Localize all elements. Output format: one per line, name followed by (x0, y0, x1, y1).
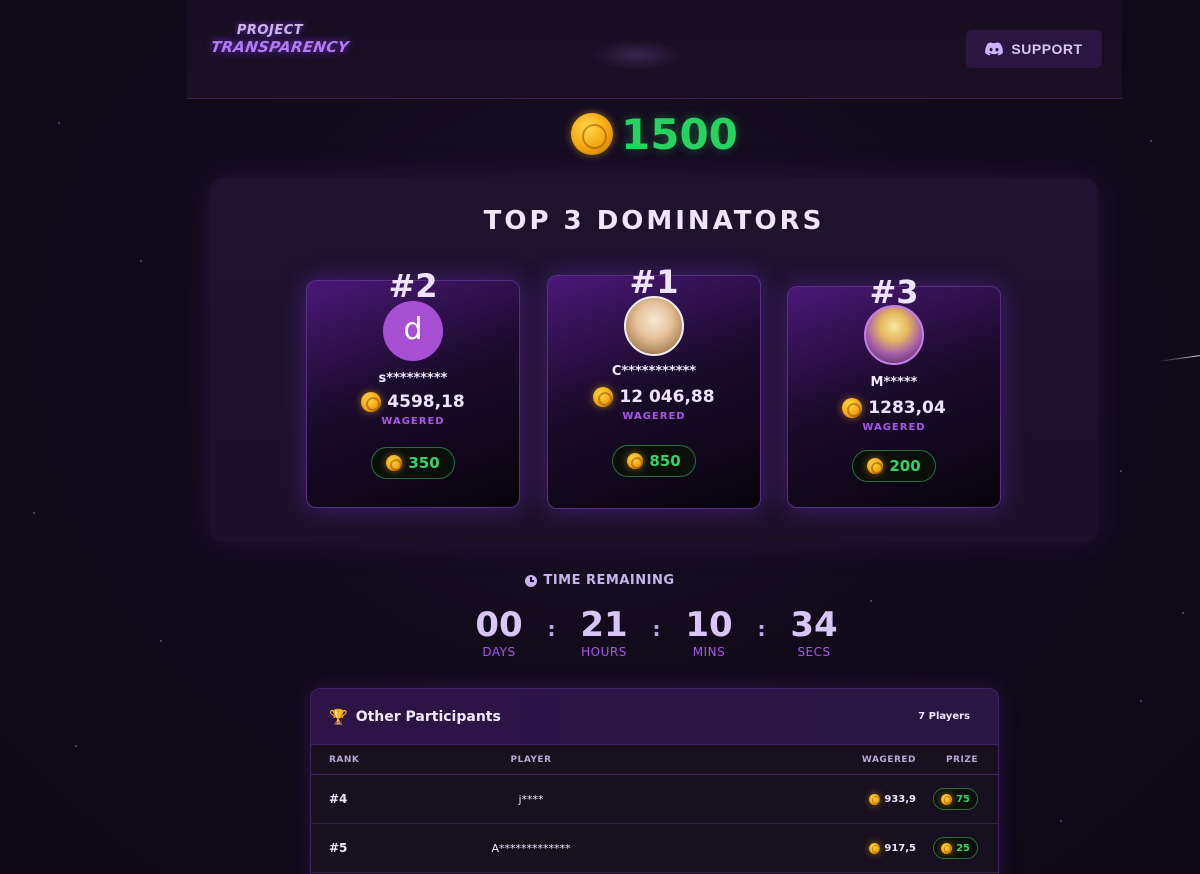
avatar (864, 305, 924, 365)
coin-icon (571, 113, 613, 155)
secs-value: 34 (790, 605, 838, 645)
prize-badge: 850 (612, 445, 696, 477)
countdown-days: 00 DAYS (470, 605, 528, 659)
wagered-value: 12 046,88 (619, 387, 715, 407)
coin-icon (869, 793, 881, 805)
table-title-text: Other Participants (355, 708, 501, 725)
secs-label: SECS (797, 645, 831, 659)
prize-value: 850 (649, 452, 681, 470)
participants-table: 🏆 Other Participants 7 Players RANK PLAY… (310, 688, 999, 874)
row-prize: 75 (916, 788, 998, 810)
time-remaining-text: TIME REMAINING (543, 573, 675, 588)
player-name: C*********** (611, 364, 697, 379)
coin-icon (386, 455, 403, 471)
clock-icon (525, 574, 538, 587)
avatar: d (383, 301, 443, 361)
column-wagered: WAGERED (861, 754, 916, 765)
support-button[interactable]: SUPPORT (966, 30, 1102, 68)
wagered-label: WAGERED (622, 411, 686, 422)
wagered-amount: 12 046,88 (548, 387, 760, 407)
logo-line-1: PROJECT (236, 23, 304, 38)
avatar (624, 296, 684, 356)
prize-pool: 1500 (571, 108, 738, 160)
row-wagered-value: 933,9 (884, 793, 916, 805)
trophy-icon: 🏆 (329, 707, 348, 726)
row-prize-value: 25 (956, 842, 970, 854)
prize-badge: 25 (933, 837, 978, 859)
wagered-label: WAGERED (381, 416, 445, 427)
countdown: 00 DAYS : 21 HOURS : 10 MINS : 34 SECS (470, 605, 843, 659)
site-logo[interactable]: PROJECT TRANSPARENCY (209, 23, 351, 74)
coin-icon (869, 842, 881, 854)
table-column-headers: RANK PLAYER WAGERED PRIZE (311, 745, 998, 775)
logo-line-2: TRANSPARENCY (209, 38, 351, 56)
table-row: #5 A************* 917,5 25 (311, 824, 998, 873)
hours-label: HOURS (581, 645, 627, 659)
column-rank: RANK (329, 754, 360, 765)
coin-icon (867, 458, 884, 474)
coin-icon (941, 842, 953, 854)
top3-panel: TOP 3 DOMINATORS #2 d s********* 4598,18… (210, 178, 1098, 542)
row-wagered: 917,5 (631, 842, 916, 854)
prize-pool-amount: 1500 (621, 109, 738, 159)
mins-label: MINS (692, 645, 726, 659)
days-label: DAYS (482, 645, 516, 659)
rank-label: #2 (388, 267, 438, 305)
player-count: 7 Players (918, 711, 970, 722)
shooting-star (1158, 355, 1200, 362)
coin-icon (593, 387, 614, 407)
mins-value: 10 (685, 605, 733, 645)
row-wagered: 933,9 (631, 793, 916, 805)
wagered-value: 4598,18 (387, 392, 465, 412)
podium-card-2: #2 d s********* 4598,18 WAGERED 350 (306, 267, 520, 508)
prize-value: 200 (889, 457, 921, 475)
column-player: PLAYER (510, 754, 552, 765)
coin-icon (627, 453, 644, 469)
countdown-mins: 10 MINS (680, 605, 738, 659)
table-header-bar: 🏆 Other Participants 7 Players (311, 689, 998, 745)
separator: : (757, 617, 766, 641)
hours-value: 21 (580, 605, 628, 645)
coin-icon (842, 398, 863, 418)
top-header: PROJECT TRANSPARENCY SUPPORT (187, 0, 1122, 99)
row-player: j**** (518, 792, 544, 806)
prize-badge: 75 (933, 788, 978, 810)
table-row: #4 j**** 933,9 75 (311, 775, 998, 824)
prize-value: 350 (408, 454, 440, 472)
wagered-amount: 1283,04 (788, 398, 1000, 418)
wagered-value: 1283,04 (868, 398, 946, 418)
wagered-label: WAGERED (862, 422, 926, 433)
blurred-nav (592, 40, 682, 70)
row-prize: 25 (916, 837, 998, 859)
support-label: SUPPORT (1011, 41, 1083, 57)
coin-icon (361, 392, 382, 412)
prize-badge: 350 (371, 447, 455, 479)
countdown-secs: 34 SECS (785, 605, 843, 659)
countdown-hours: 21 HOURS (575, 605, 633, 659)
player-name: M***** (870, 375, 918, 390)
podium-card-3: #3 M***** 1283,04 WAGERED 200 (787, 273, 1001, 508)
row-prize-value: 75 (956, 793, 970, 805)
podium-title: TOP 3 DOMINATORS (483, 206, 825, 236)
row-wagered-value: 917,5 (884, 842, 916, 854)
table-title: 🏆 Other Participants (329, 708, 501, 726)
wagered-amount: 4598,18 (307, 392, 519, 412)
podium-card-1: #1 C*********** 12 046,88 WAGERED 850 (547, 263, 761, 509)
prize-badge: 200 (852, 450, 936, 482)
discord-icon (985, 42, 1004, 56)
separator: : (652, 617, 661, 641)
row-player: A************* (491, 841, 571, 855)
separator: : (547, 617, 556, 641)
days-value: 00 (475, 605, 523, 645)
time-remaining-label: TIME REMAINING (0, 573, 1200, 588)
row-rank: #4 (329, 792, 348, 806)
row-rank: #5 (329, 841, 348, 855)
column-prize: PRIZE (945, 754, 978, 765)
coin-icon (941, 793, 953, 805)
player-name: s********* (378, 371, 448, 386)
